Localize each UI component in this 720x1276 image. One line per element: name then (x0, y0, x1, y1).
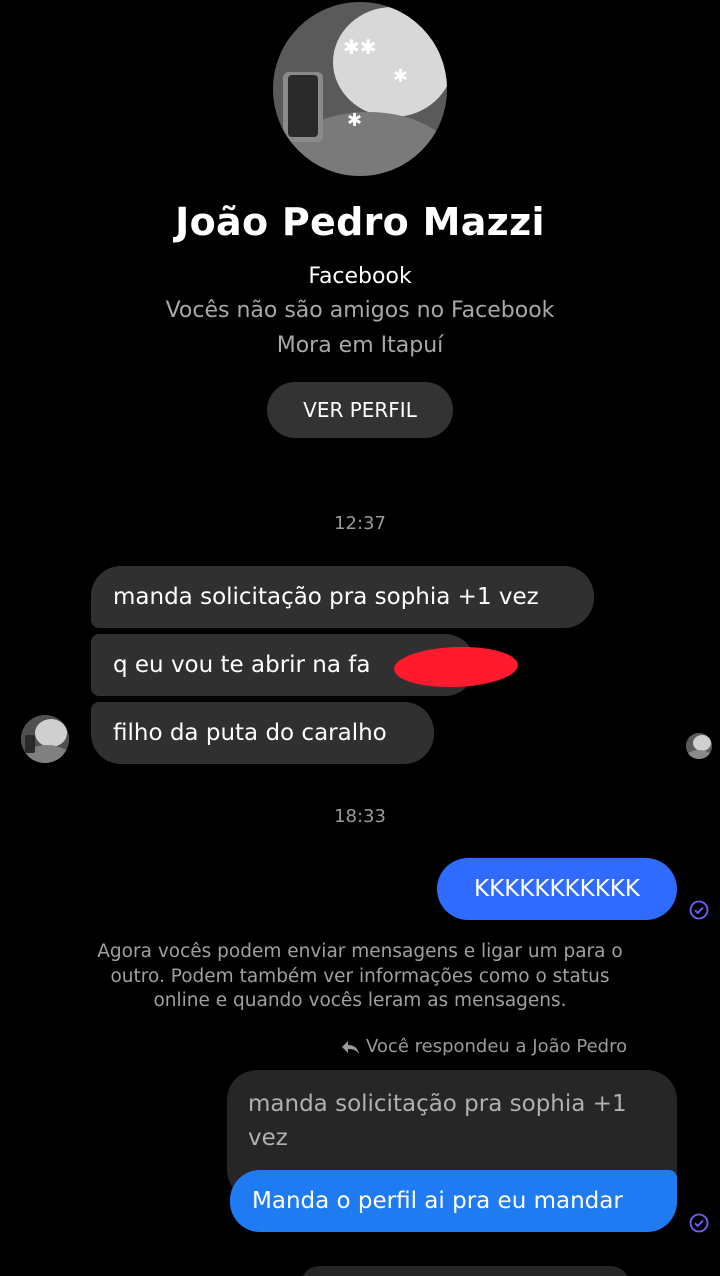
profile-platform: Facebook (308, 264, 412, 289)
friend-status: Vocês não são amigos no Facebook (165, 298, 555, 323)
view-profile-button[interactable]: VER PERFIL (267, 382, 453, 438)
profile-avatar[interactable]: ✱✱ ✱ ✱ (273, 2, 447, 176)
reply-label-text: Você respondeu a João Pedro (366, 1036, 628, 1057)
svg-text:✱: ✱ (393, 66, 408, 87)
check-circle-icon (689, 1213, 709, 1233)
incoming-message[interactable]: manda solicitação pra sophia +1 vez (91, 566, 594, 628)
profile-location: Mora em Itapuí (276, 333, 444, 358)
check-circle-icon (689, 900, 709, 920)
reply-arrow-icon (342, 1040, 359, 1054)
partial-message-bubble[interactable] (300, 1266, 630, 1276)
sender-avatar[interactable] (21, 715, 69, 763)
outgoing-reply-message[interactable]: Manda o perfil ai pra eu mandar (230, 1170, 677, 1232)
incoming-message[interactable]: filho da puta do caralho (91, 702, 434, 764)
outgoing-message[interactable]: KKKKKKKKKKK (437, 858, 677, 920)
reply-label: Você respondeu a João Pedro (340, 1036, 660, 1057)
svg-text:✱✱: ✱✱ (343, 35, 377, 59)
seen-indicator-avatar (686, 733, 712, 759)
messenger-chat-screen: ✱✱ ✱ ✱ João Pedro Mazzi Facebook Vocês n… (0, 0, 720, 1276)
svg-text:✱: ✱ (347, 110, 362, 131)
profile-name: João Pedro Mazzi (175, 200, 545, 244)
timestamp: 18:33 (334, 806, 386, 827)
system-notice: Agora vocês podem enviar mensagens e lig… (97, 941, 623, 1011)
timestamp: 12:37 (334, 513, 386, 534)
